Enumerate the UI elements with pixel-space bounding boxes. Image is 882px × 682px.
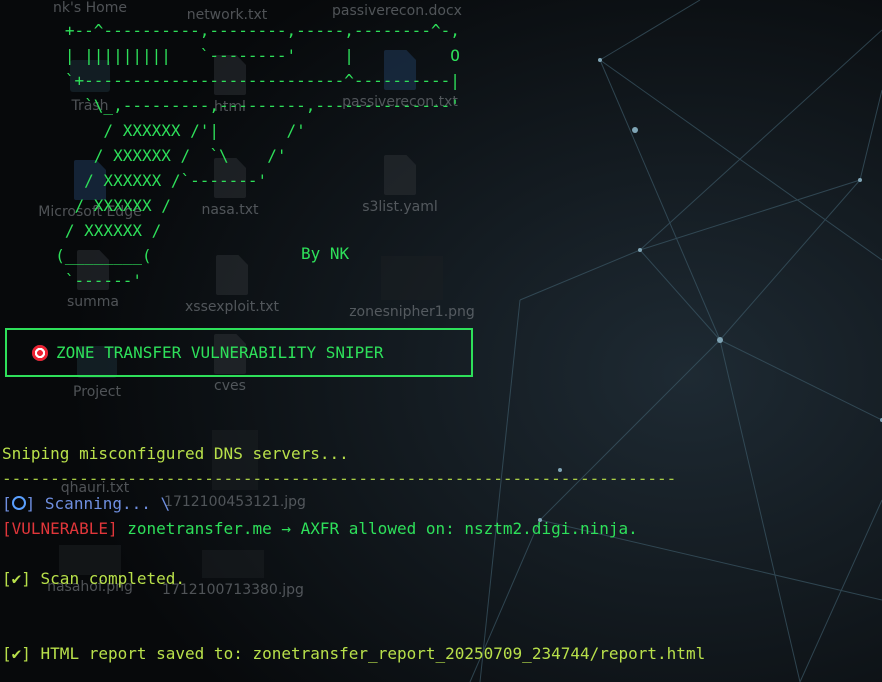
divider-line: ----------------------------------------… [2,469,677,488]
scan-bracket-close: ] [25,494,36,513]
desktop-icon-home[interactable]: nk's Home [15,0,165,16]
scanning-text: Scanning... \ [35,494,171,513]
scan-completed-line: [✔] Scan completed. [2,569,185,588]
tool-banner: ZONE TRANSFER VULNERABILITY SNIPER [5,328,473,377]
completed-text: Scan completed. [30,569,186,588]
author-byline: By NK [301,244,350,263]
sniping-status: Sniping misconfigured DNS servers... [2,444,349,463]
desktop-icon-label: cves [214,378,246,394]
report-saved-line: [✔] HTML report saved to: zonetransfer_r… [2,644,705,663]
target-icon [32,344,48,361]
desktop-icon-label: 1712100453121.jpg [164,494,306,510]
desktop-icon-label: xssexploit.txt [185,299,279,315]
sniper-ascii-art: +--^----------,--------,-----,--------^-… [55,21,460,290]
image-thumbnail-icon [202,550,264,578]
vulnerable-tag: [VULNERABLE] [2,519,118,538]
desktop-icon-label: nk's Home [53,0,127,16]
check-tag: [✔] [2,569,31,588]
desktop-icon-label: zonesnipher1.png [349,304,475,320]
scan-bracket-open: [ [2,494,12,513]
desktop-icon-label: Project [73,384,121,400]
banner-title: ZONE TRANSFER VULNERABILITY SNIPER [56,343,384,362]
desktop-icon-label: passiverecon.docx [332,3,462,19]
vulnerable-line: [VULNERABLE] zonetransfer.me → AXFR allo… [2,519,638,538]
desktop-icon-label: summa [66,294,120,310]
vulnerable-message: zonetransfer.me → AXFR allowed on: nsztm… [117,519,638,538]
magnifier-icon [11,496,26,510]
scanning-line: [] Scanning... \ [2,494,170,513]
check-tag: [✔] [2,644,31,663]
report-text: HTML report saved to: zonetransfer_repor… [30,644,706,663]
desktop-icon-passiverecon-docx[interactable]: passiverecon.docx [322,3,472,19]
